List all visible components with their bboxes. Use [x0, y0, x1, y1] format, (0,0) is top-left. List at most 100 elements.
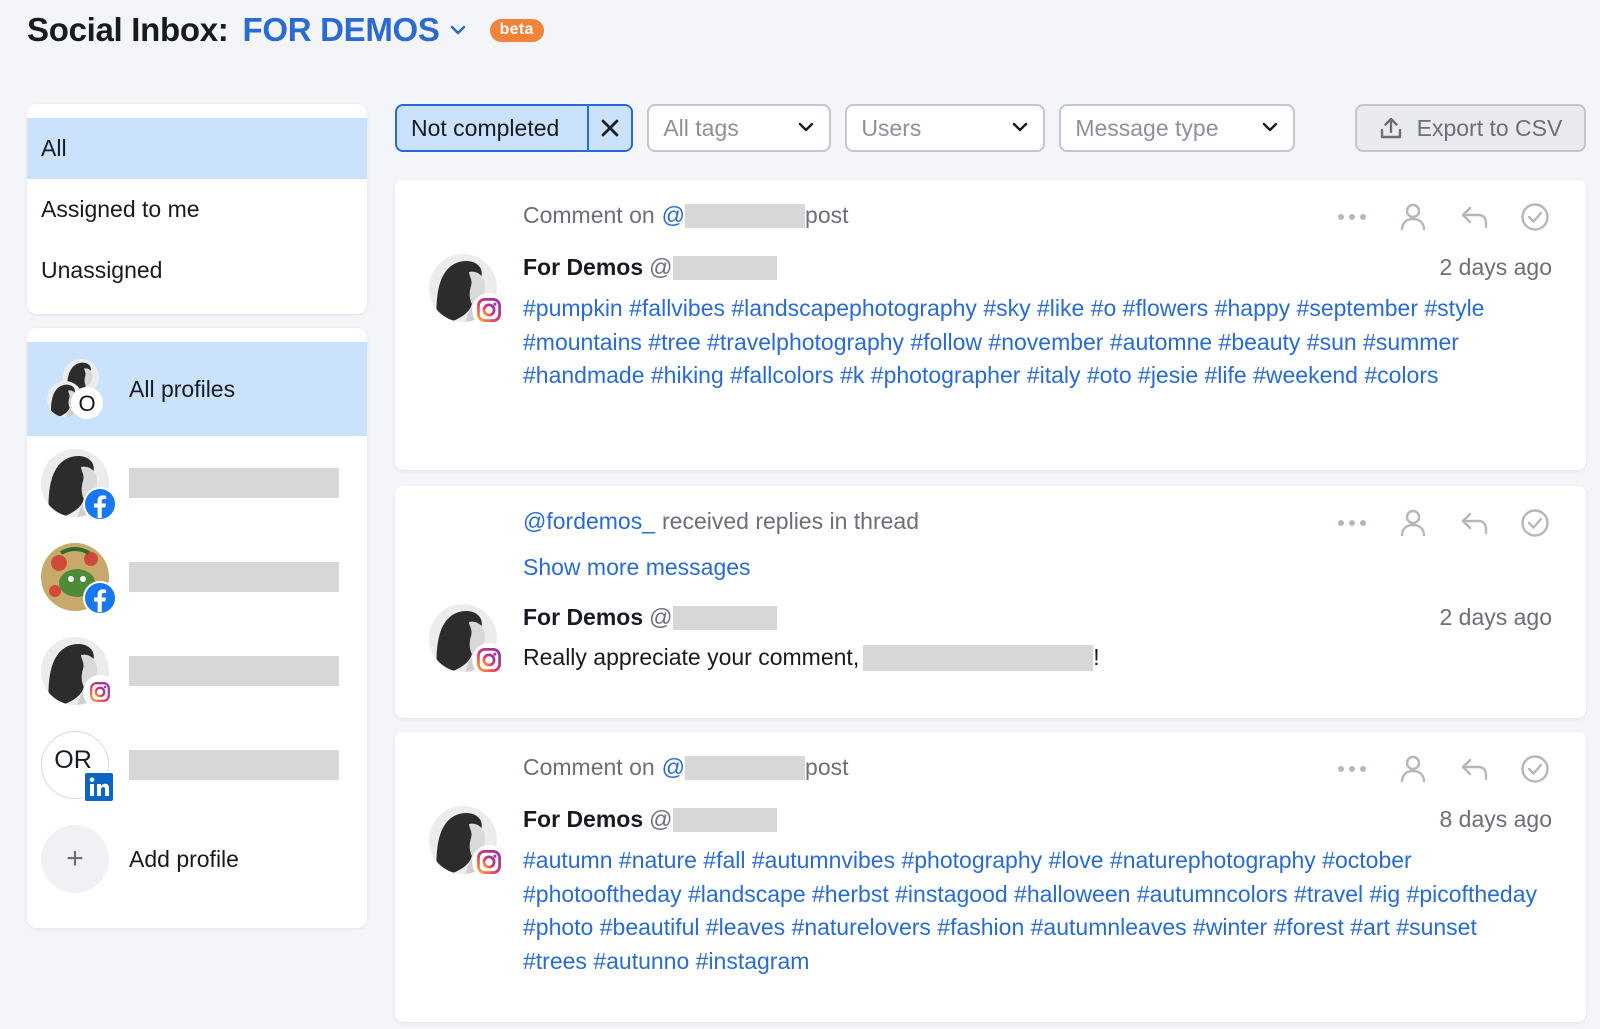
message-actions	[1308, 506, 1552, 540]
all-profiles-overlay-letter: O	[78, 391, 95, 416]
chevron-down-icon	[1261, 115, 1279, 142]
reply-icon[interactable]	[1457, 506, 1491, 540]
profile-all[interactable]: O All profiles	[27, 342, 367, 436]
plus-icon: +	[41, 825, 109, 893]
users-select[interactable]: Users	[845, 104, 1046, 152]
redacted-handle	[672, 807, 777, 832]
message-header-prefix: Comment on	[523, 754, 655, 780]
complete-check-icon[interactable]	[1518, 506, 1552, 540]
message-card[interactable]: Comment on @ post For Demos @ 8 days ago…	[395, 732, 1586, 1022]
author-avatar	[429, 604, 497, 672]
author-name[interactable]: For Demos	[523, 806, 643, 833]
profile-avatar	[41, 637, 117, 709]
facebook-icon	[83, 581, 117, 615]
profile-all-label: All profiles	[129, 375, 236, 402]
message-type-select[interactable]: Message type	[1059, 104, 1296, 152]
message-header: Comment on @ post	[523, 202, 849, 229]
author-name[interactable]: For Demos	[523, 604, 643, 631]
add-profile-label: Add profile	[129, 845, 239, 872]
reply-icon[interactable]	[1457, 200, 1491, 234]
redacted-handle	[685, 203, 806, 228]
export-csv-label: Export to CSV	[1416, 114, 1563, 141]
redacted-handle	[685, 755, 806, 780]
filter-toolbar: Not completed All tags Users Message typ…	[395, 104, 1586, 152]
message-header-suffix: received replies in thread	[662, 508, 919, 534]
message-text: #autumn #nature #fall #autumnvibes #phot…	[523, 847, 1537, 974]
author-line: For Demos @	[523, 254, 777, 281]
project-selector[interactable]: FOR DEMOS	[242, 11, 439, 49]
page-header: Social Inbox: FOR DEMOS beta	[27, 8, 544, 52]
profile-avatar	[41, 543, 117, 615]
message-text: #pumpkin #fallvibes #landscapephotograph…	[523, 295, 1485, 388]
status-filter-label: Not completed	[397, 106, 590, 150]
facebook-icon	[83, 487, 117, 521]
add-profile-button[interactable]: + Add profile	[27, 812, 367, 906]
message-actions	[1308, 200, 1552, 234]
mention-link[interactable]: @	[662, 754, 685, 781]
message-header-suffix: post	[805, 754, 849, 780]
author-at: @	[649, 604, 673, 630]
instagram-icon	[83, 675, 117, 709]
mention-link[interactable]: @fordemos_	[523, 508, 655, 535]
tags-select[interactable]: All tags	[647, 104, 832, 152]
redacted-profile-name	[129, 468, 339, 498]
upload-icon	[1380, 117, 1401, 139]
more-icon[interactable]	[1335, 506, 1369, 540]
assign-user-icon[interactable]	[1396, 752, 1430, 786]
message-time: 2 days ago	[1439, 604, 1552, 630]
mention-link[interactable]: @	[662, 202, 685, 229]
complete-check-icon[interactable]	[1518, 752, 1552, 786]
message-text-suffix: !	[1093, 644, 1100, 670]
profile-facebook-2[interactable]	[27, 530, 367, 624]
profiles-panel: O All profiles OR + Add profile	[27, 328, 367, 928]
users-select-placeholder: Users	[861, 114, 922, 141]
show-more-messages-link[interactable]: Show more messages	[523, 554, 751, 581]
beta-badge: beta	[489, 18, 544, 42]
assign-user-icon[interactable]	[1396, 200, 1430, 234]
page-title: Social Inbox:	[27, 11, 229, 48]
author-avatar	[429, 254, 497, 322]
filter-unassigned[interactable]: Unassigned	[27, 240, 367, 301]
message-header-suffix: post	[805, 202, 849, 228]
redacted-name	[863, 644, 1094, 671]
message-card[interactable]: @fordemos_ received replies in thread Sh…	[395, 486, 1586, 718]
message-time: 2 days ago	[1439, 254, 1552, 280]
message-text-prefix: Really appreciate your comment,	[523, 644, 860, 670]
redacted-profile-name	[129, 562, 339, 592]
message-type-placeholder: Message type	[1075, 114, 1219, 141]
linkedin-icon	[83, 771, 115, 803]
redacted-handle	[672, 255, 777, 280]
more-icon[interactable]	[1335, 200, 1369, 234]
profile-facebook-1[interactable]	[27, 436, 367, 530]
redacted-profile-name	[129, 656, 339, 686]
instagram-icon	[471, 642, 507, 678]
profile-avatar	[41, 449, 117, 521]
message-actions	[1308, 752, 1552, 786]
profile-instagram[interactable]	[27, 624, 367, 718]
tags-select-placeholder: All tags	[663, 114, 739, 141]
complete-check-icon[interactable]	[1518, 200, 1552, 234]
more-icon[interactable]	[1335, 752, 1369, 786]
message-text: Really appreciate your comment, !	[523, 644, 1100, 671]
reply-icon[interactable]	[1457, 752, 1491, 786]
author-name[interactable]: For Demos	[523, 254, 643, 281]
redacted-profile-name	[129, 750, 339, 780]
chevron-down-icon	[797, 115, 815, 142]
chevron-down-icon	[1011, 115, 1029, 142]
chevron-down-icon[interactable]	[448, 19, 470, 41]
export-csv-button[interactable]: Export to CSV	[1355, 104, 1586, 152]
status-filter-chip[interactable]: Not completed	[395, 104, 634, 152]
filter-assigned-to-me[interactable]: Assigned to me	[27, 179, 367, 240]
assign-user-icon[interactable]	[1396, 506, 1430, 540]
close-icon[interactable]	[589, 106, 631, 150]
message-header: @fordemos_ received replies in thread	[523, 508, 919, 535]
instagram-icon	[471, 844, 507, 880]
assignment-filter-panel: All Assigned to me Unassigned	[27, 104, 367, 314]
filter-all[interactable]: All	[27, 118, 367, 179]
author-at: @	[649, 254, 673, 280]
instagram-icon	[471, 292, 507, 328]
profile-linkedin[interactable]: OR	[27, 718, 367, 812]
author-line: For Demos @	[523, 604, 777, 631]
message-time: 8 days ago	[1439, 806, 1552, 832]
message-card[interactable]: Comment on @ post For Demos @ 2 days ago…	[395, 180, 1586, 470]
